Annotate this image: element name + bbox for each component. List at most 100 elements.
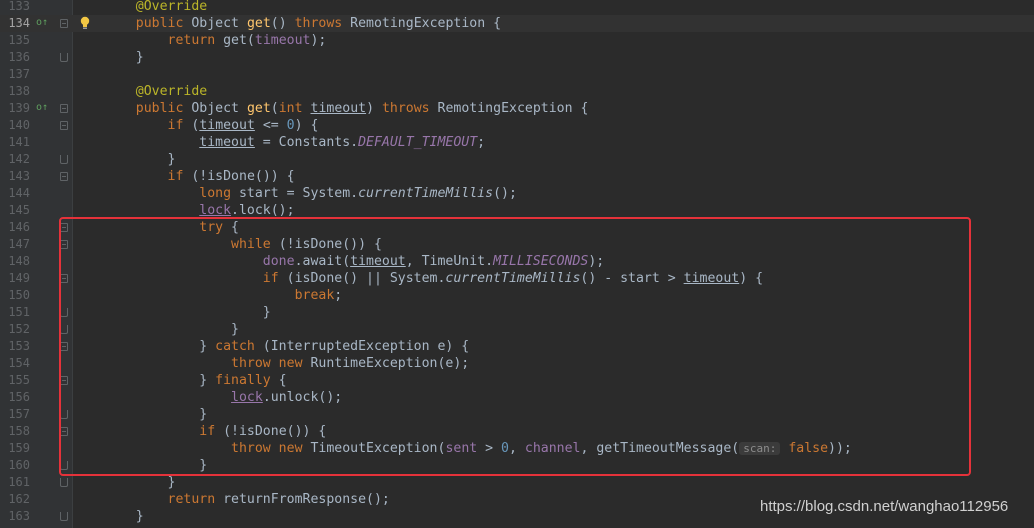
code-line[interactable]: 142 } (0, 151, 1034, 168)
code-line[interactable]: 139 o↑ public Object get(int timeout) thr… (0, 100, 1034, 117)
line-number: 135 (8, 33, 30, 47)
line-number: 136 (8, 50, 30, 64)
code-token: (); (493, 186, 517, 201)
code-line[interactable]: 133 @Override (0, 0, 1034, 15)
code-token: ) (366, 101, 382, 116)
code-token: throws (294, 16, 343, 31)
override-method-icon[interactable]: o↑ (36, 102, 48, 114)
code-token: get (246, 101, 271, 116)
fold-collapse-icon[interactable] (60, 172, 68, 181)
line-number: 154 (8, 356, 30, 370)
line-number: 141 (8, 135, 30, 149)
fold-collapse-icon[interactable] (60, 19, 68, 28)
code-token: } (104, 152, 176, 167)
code-line[interactable]: 138 @Override (0, 83, 1034, 100)
code-line[interactable]: 137 (0, 66, 1034, 83)
line-number: 157 (8, 407, 30, 421)
code-token: ) { (294, 118, 319, 133)
code-token: if (167, 169, 184, 184)
fold-end-icon[interactable] (60, 155, 68, 164)
code-text: public Object get(int timeout) throws Re… (104, 100, 589, 117)
fold-collapse-icon[interactable] (60, 104, 68, 113)
line-number: 144 (8, 186, 30, 200)
line-number: 140 (8, 118, 30, 132)
line-number: 159 (8, 441, 30, 455)
code-line[interactable]: 141 timeout = Constants.DEFAULT_TIMEOUT; (0, 134, 1034, 151)
code-token: int (278, 101, 303, 116)
code-line[interactable]: 136 } (0, 49, 1034, 66)
fold-end-icon[interactable] (60, 53, 68, 62)
code-text: } (104, 474, 176, 491)
code-token: () (270, 16, 295, 31)
code-token: ( (183, 118, 200, 133)
code-token: DEFAULT_TIMEOUT (358, 135, 478, 150)
code-text: public Object get() throws RemotingExcep… (104, 15, 501, 32)
fold-end-icon[interactable] (60, 478, 68, 487)
override-method-icon[interactable]: o↑ (36, 17, 48, 29)
fold-collapse-icon[interactable] (60, 121, 68, 130)
code-token: lock (199, 203, 232, 218)
code-token: } (104, 509, 144, 524)
watermark-text: https://blog.csdn.net/wanghao112956 (760, 498, 1009, 515)
code-text: long start = System.currentTimeMillis(); (104, 185, 517, 202)
code-line[interactable]: 140 if (timeout <= 0) { (0, 117, 1034, 134)
line-number: 152 (8, 322, 30, 336)
code-token: timeout (199, 135, 255, 150)
code-token: ( (270, 101, 279, 116)
line-number: 150 (8, 288, 30, 302)
code-token: } (104, 475, 176, 490)
code-token: start = System. (231, 186, 359, 201)
code-token: if (167, 118, 184, 133)
code-token: get (246, 16, 271, 31)
fold-end-icon[interactable] (60, 512, 68, 521)
code-token: ; (477, 135, 486, 150)
code-token: Object (183, 101, 247, 116)
line-number: 145 (8, 203, 30, 217)
line-number: 161 (8, 475, 30, 489)
line-number: 134 (8, 16, 30, 30)
code-token: throws (381, 101, 430, 116)
code-token: @Override (135, 0, 208, 14)
code-token: public (135, 101, 184, 116)
code-token: get( (215, 33, 255, 48)
code-token: timeout (310, 101, 367, 116)
code-token: public (135, 16, 184, 31)
line-number: 137 (8, 67, 30, 81)
code-line[interactable]: 144 long start = System.currentTimeMilli… (0, 185, 1034, 202)
line-number: 151 (8, 305, 30, 319)
line-number: 142 (8, 152, 30, 166)
code-token: returnFromResponse(); (215, 492, 390, 507)
lightbulb-intention-icon[interactable] (80, 16, 90, 30)
code-line[interactable]: 143 if (!isDone()) { (0, 168, 1034, 185)
code-token: timeout (199, 118, 255, 133)
code-text: @Override (104, 0, 207, 15)
code-token: .lock(); (231, 203, 295, 218)
code-text: } (104, 49, 144, 66)
code-text: } (104, 508, 144, 525)
code-token: currentTimeMillis (358, 186, 494, 201)
code-line[interactable]: 161 } (0, 474, 1034, 491)
highlight-annotation-box (59, 217, 971, 476)
code-line[interactable]: 134 o↑ public Object get() throws Remotin… (0, 15, 1034, 32)
line-number: 149 (8, 271, 30, 285)
line-number: 139 (8, 101, 30, 115)
line-number: 148 (8, 254, 30, 268)
line-number: 163 (8, 509, 30, 523)
code-line[interactable]: 135 return get(timeout); (0, 32, 1034, 49)
line-number: 133 (8, 0, 30, 13)
code-token: RemotingException { (342, 16, 502, 31)
line-number: 153 (8, 339, 30, 353)
code-token: } (104, 50, 144, 65)
code-token: Object (183, 16, 247, 31)
line-number: 138 (8, 84, 30, 98)
